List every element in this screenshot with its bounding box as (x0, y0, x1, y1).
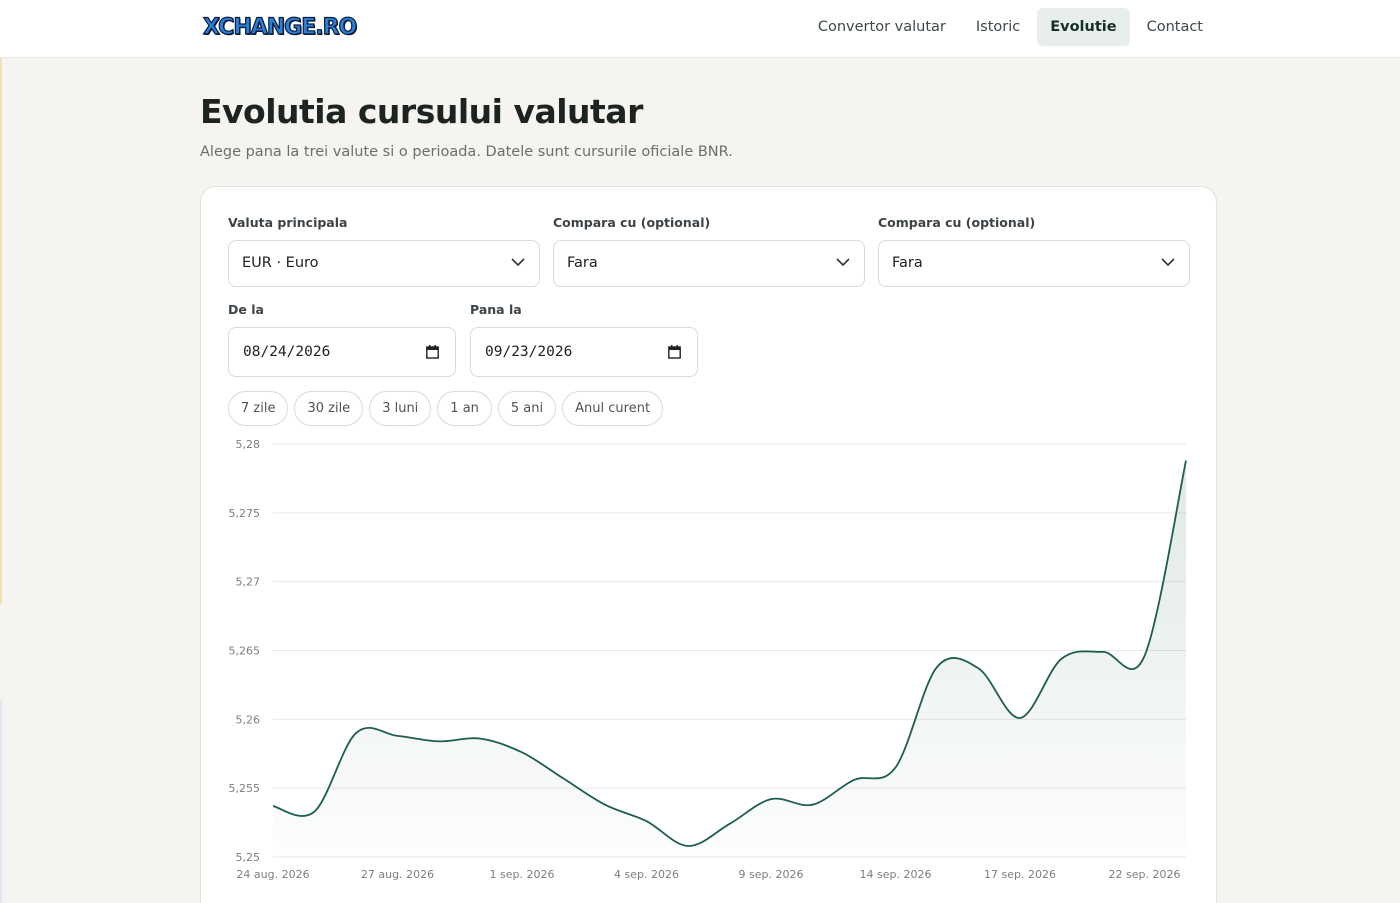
chevron-down-icon (511, 258, 525, 267)
date-to-label: Pana la (470, 302, 522, 317)
exchange-rate-chart: 5,28 5,275 5,27 5,265 5,26 5,255 5,25 24 aug. 2… (229, 438, 1189, 881)
preset-30-zile[interactable]: 30 zile (294, 391, 364, 426)
y-tick-label: 5,265 (229, 645, 261, 658)
period-presets: 7 zile 30 zile 3 luni 1 an 5 ani Anul cu… (228, 391, 664, 426)
top-navbar: XCHANGE.RO Convertor valutar Istoric Evo… (0, 0, 1400, 58)
evolution-card: Valuta principala EUR · Euro Compara cu … (200, 186, 1217, 903)
data-point[interactable] (893, 765, 899, 771)
data-point[interactable] (934, 664, 940, 670)
data-point[interactable] (644, 818, 650, 824)
data-point[interactable] (1059, 656, 1065, 662)
preset-3-luni[interactable]: 3 luni (369, 391, 432, 426)
data-point[interactable] (685, 843, 691, 849)
data-point[interactable] (519, 749, 525, 755)
x-tick-label: 24 aug. 2026 (236, 868, 309, 881)
data-point[interactable] (1142, 653, 1148, 659)
data-point[interactable] (436, 738, 442, 744)
y-tick-label: 5,28 (236, 438, 261, 451)
y-tick-label: 5,25 (236, 851, 261, 864)
nav-convertor[interactable]: Convertor valutar (805, 8, 959, 46)
x-tick-label: 22 sep. 2026 (1109, 868, 1181, 881)
data-point[interactable] (810, 802, 816, 808)
data-point[interactable] (1100, 649, 1106, 655)
main-currency-select[interactable]: EUR · Euro (228, 240, 540, 287)
calendar-icon[interactable] (426, 345, 439, 359)
date-from-input[interactable]: 08/24/2026 (228, 327, 456, 377)
y-tick-label: 5,26 (236, 713, 261, 726)
data-point[interactable] (395, 733, 401, 739)
x-tick-label: 14 sep. 2026 (860, 868, 932, 881)
y-tick-label: 5,275 (229, 507, 261, 520)
nav-evolutie[interactable]: Evolutie (1037, 8, 1130, 46)
data-point[interactable] (1183, 458, 1189, 464)
x-tick-label: 4 sep. 2026 (614, 868, 679, 881)
compare2-select[interactable]: Fara (878, 240, 1190, 287)
main-currency-label: Valuta principala (228, 215, 348, 230)
compare1-select[interactable]: Fara (553, 240, 865, 287)
data-point[interactable] (768, 796, 774, 802)
series-area (273, 460, 1186, 857)
data-point[interactable] (851, 777, 857, 783)
left-edge-strip-lower (0, 700, 2, 903)
main-nav: Convertor valutar Istoric Evolutie Conta… (805, 8, 1216, 46)
data-point[interactable] (478, 736, 484, 742)
data-point[interactable] (353, 730, 359, 736)
left-edge-strip (0, 58, 2, 604)
page-title: Evolutia cursului valutar (200, 92, 643, 131)
compare1-value: Fara (567, 255, 598, 271)
preset-anul-curent[interactable]: Anul curent (562, 391, 664, 426)
x-tick-label: 9 sep. 2026 (739, 868, 804, 881)
data-point[interactable] (727, 821, 733, 827)
x-tick-label: 17 sep. 2026 (984, 868, 1056, 881)
data-point[interactable] (312, 809, 318, 815)
date-from-label: De la (228, 302, 264, 317)
preset-5-ani[interactable]: 5 ani (497, 391, 557, 426)
chevron-down-icon (1161, 258, 1175, 267)
y-tick-label: 5,27 (236, 576, 261, 589)
main-currency-value: EUR · Euro (242, 255, 319, 271)
page-subtitle: Alege pana la trei valute si o perioada.… (200, 144, 733, 160)
data-point[interactable] (270, 803, 276, 809)
preset-1-an[interactable]: 1 an (437, 391, 492, 426)
compare2-value: Fara (892, 255, 923, 271)
date-to-input[interactable]: 09/23/2026 (470, 327, 698, 377)
chevron-down-icon (836, 258, 850, 267)
site-logo[interactable]: XCHANGE.RO (202, 13, 357, 43)
compare2-label: Compara cu (optional) (878, 215, 1036, 230)
preset-7-zile[interactable]: 7 zile (228, 391, 289, 426)
y-tick-label: 5,255 (229, 782, 261, 795)
data-point[interactable] (602, 802, 608, 808)
data-point[interactable] (1017, 715, 1023, 721)
date-to-value: 09/23/2026 (485, 344, 573, 360)
nav-istoric[interactable]: Istoric (963, 8, 1033, 46)
data-point[interactable] (561, 776, 567, 782)
calendar-icon[interactable] (668, 345, 681, 359)
nav-contact[interactable]: Contact (1134, 8, 1216, 46)
x-tick-label: 1 sep. 2026 (490, 868, 555, 881)
data-point[interactable] (976, 665, 982, 671)
date-from-value: 08/24/2026 (243, 344, 331, 360)
compare1-label: Compara cu (optional) (553, 215, 711, 230)
x-tick-label: 27 aug. 2026 (361, 868, 434, 881)
